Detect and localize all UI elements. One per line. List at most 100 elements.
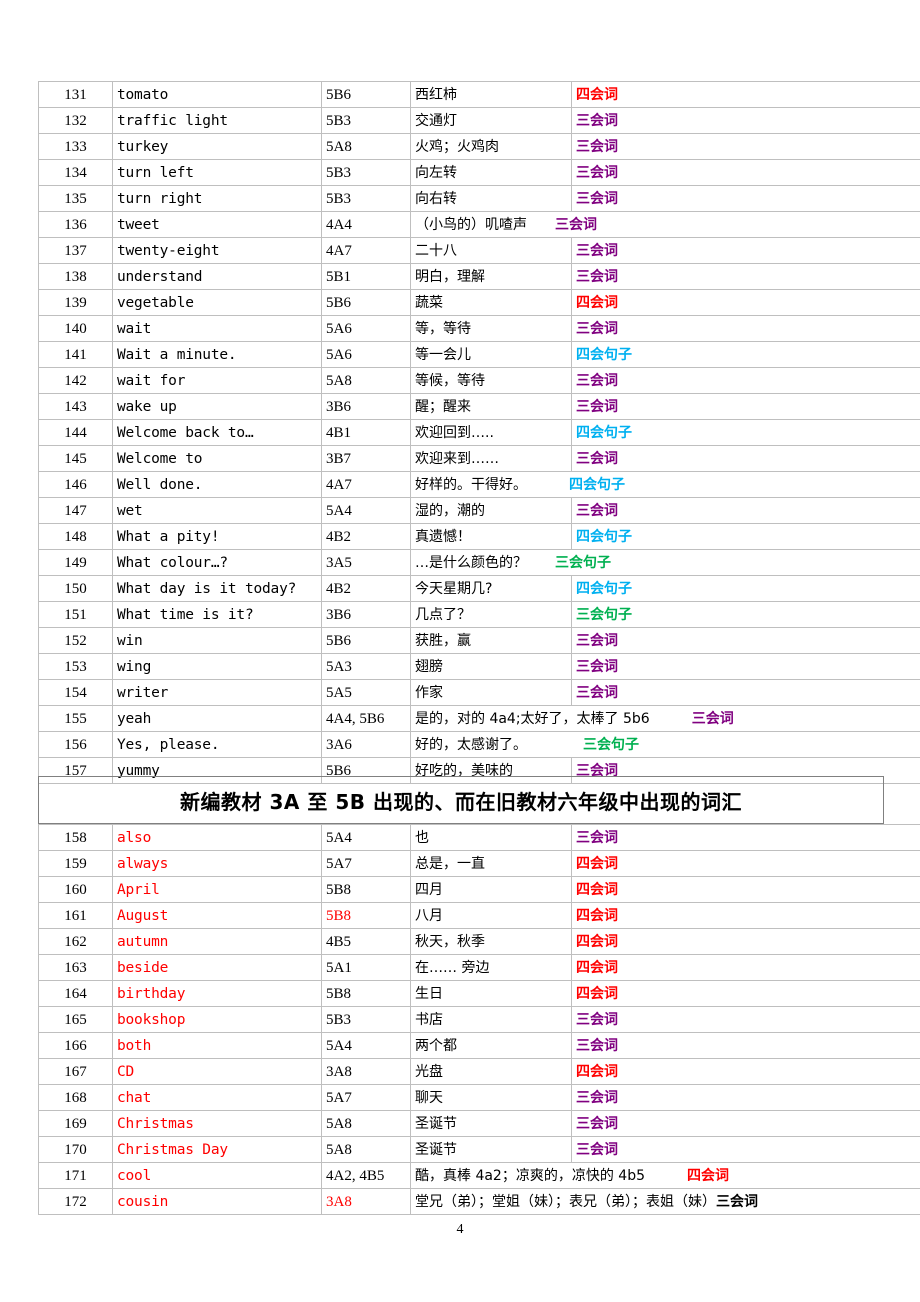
table-row: 167 CD 3A8 光盘 四会词 [38,1058,920,1085]
textbook-code: 4A4 [321,211,411,238]
textbook-code: 3A5 [321,549,411,576]
vocabulary-word: August [112,902,322,929]
row-index: 156 [38,731,113,758]
chinese-meaning: 几点了？ [410,601,572,628]
skill-level-tag: 三会词 [571,393,920,420]
table-row: 165 bookshop 5B3 书店 三会词 [38,1006,920,1033]
chinese-meaning: 好的，太感谢了。 [415,736,527,753]
section-banner: 新编教材 3A 至 5B 出现的、而在旧教材六年级中出现的词汇 [38,776,884,824]
vocabulary-word: vegetable [112,289,322,316]
chinese-meaning: 向右转 [410,185,572,212]
vocabulary-word: CD [112,1058,322,1085]
skill-level-tag: 三会词 [571,367,920,394]
section-banner-title: 新编教材 3A 至 5B 出现的、而在旧教材六年级中出现的词汇 [180,789,742,814]
vocabulary-word: Yes, please. [112,731,322,758]
table-row: 132 traffic light 5B3 交通灯 三会词 [38,107,920,134]
vocabulary-word: Wait a minute. [112,341,322,368]
skill-level-tag: 四会词 [571,81,920,108]
row-index: 133 [38,133,113,160]
skill-level-tag: 三会词 [571,159,920,186]
table-row: 137 twenty-eight 4A7 二十八 三会词 [38,237,920,264]
vocabulary-word: Christmas Day [112,1136,322,1163]
chinese-meaning: 向左转 [410,159,572,186]
vocabulary-word: turkey [112,133,322,160]
chinese-meaning: 总是，一直 [410,850,572,877]
row-index: 168 [38,1084,113,1111]
textbook-code: 3B6 [321,601,411,628]
table-row: 160 April 5B8 四月 四会词 [38,876,920,903]
row-index: 155 [38,705,113,732]
vocabulary-word: What time is it? [112,601,322,628]
vocabulary-word: tomato [112,81,322,108]
row-index: 171 [38,1162,113,1189]
skill-level-tag: 三会词 [571,315,920,342]
textbook-code: 3B6 [321,393,411,420]
textbook-code: 4A7 [321,471,411,498]
row-index: 172 [38,1188,113,1215]
vocabulary-word: What colour…? [112,549,322,576]
textbook-code: 5A6 [321,315,411,342]
textbook-code: 4A4, 5B6 [321,705,411,732]
vocabulary-word: beside [112,954,322,981]
skill-level-tag: 四会词 [687,1167,729,1184]
skill-level-tag: 四会词 [571,1058,920,1085]
row-index: 135 [38,185,113,212]
skill-level-tag: 三会词 [571,133,920,160]
vocabulary-word: yeah [112,705,322,732]
textbook-code: 4B5 [321,928,411,955]
skill-level-tag: 四会词 [571,980,920,1007]
textbook-code: 4A7 [321,237,411,264]
table-row: 146 Well done. 4A7 好样的。干得好。 四会句子 [38,471,920,498]
vocabulary-word: Welcome to [112,445,322,472]
row-index: 159 [38,850,113,877]
textbook-code: 5A4 [321,824,411,851]
vocabulary-word: also [112,824,322,851]
chinese-meaning: 四月 [410,876,572,903]
textbook-code: 5A5 [321,679,411,706]
meaning-and-note: …是什么颜色的？ 三会句子 [410,549,920,576]
textbook-code: 5A4 [321,1032,411,1059]
textbook-code: 5B6 [321,289,411,316]
skill-level-tag: 三会词 [571,653,920,680]
chinese-meaning: 光盘 [410,1058,572,1085]
textbook-code: 3B7 [321,445,411,472]
textbook-code: 5B3 [321,185,411,212]
row-index: 163 [38,954,113,981]
textbook-code: 5A8 [321,1136,411,1163]
textbook-code: 5A6 [321,341,411,368]
textbook-code: 5A8 [321,367,411,394]
row-index: 165 [38,1006,113,1033]
vocabulary-word: bookshop [112,1006,322,1033]
meaning-and-note: 好的，太感谢了。 三会句子 [410,731,920,758]
vocabulary-word: both [112,1032,322,1059]
table-row: 136 tweet 4A4 （小鸟的）叽喳声 三会词 [38,211,920,238]
table-row: 150 What day is it today? 4B2 今天星期几? 四会句子 [38,575,920,602]
chinese-meaning: 书店 [410,1006,572,1033]
meaning-and-note: 酷，真棒 4a2；凉爽的，凉快的 4b5 四会词 [410,1162,920,1189]
chinese-meaning: 湿的，潮的 [410,497,572,524]
table-row: 148 What a pity! 4B2 真遗憾！ 四会句子 [38,523,920,550]
vocabulary-word: wait [112,315,322,342]
textbook-code: 5A7 [321,1084,411,1111]
textbook-code: 5A3 [321,653,411,680]
skill-level-tag: 三会句子 [555,554,611,571]
chinese-meaning: 交通灯 [410,107,572,134]
table-row: 166 both 5A4 两个都 三会词 [38,1032,920,1059]
page-number: 4 [456,1222,464,1237]
vocabulary-word: wing [112,653,322,680]
chinese-meaning: 火鸡；火鸡肉 [410,133,572,160]
textbook-code: 5A1 [321,954,411,981]
table-row: 170 Christmas Day 5A8 圣诞节 三会词 [38,1136,920,1163]
textbook-code: 5B3 [321,1006,411,1033]
document-page: 131 tomato 5B6 西红柿 四会词 132 traffic light 5B3 交通灯… [0,0,920,1302]
table-one-body: 131 tomato 5B6 西红柿 四会词 132 traffic light 5B3 交通灯… [38,81,920,784]
textbook-code: 5B6 [321,627,411,654]
chinese-meaning: 等一会儿 [410,341,572,368]
row-index: 149 [38,549,113,576]
table-row: 145 Welcome to 3B7 欢迎来到…… 三会词 [38,445,920,472]
skill-level-tag: 四会句子 [571,523,920,550]
skill-level-tag: 三会词 [571,237,920,264]
skill-level-tag: 三会词 [571,1006,920,1033]
vocabulary-word: wet [112,497,322,524]
skill-level-tag: 四会句子 [571,419,920,446]
